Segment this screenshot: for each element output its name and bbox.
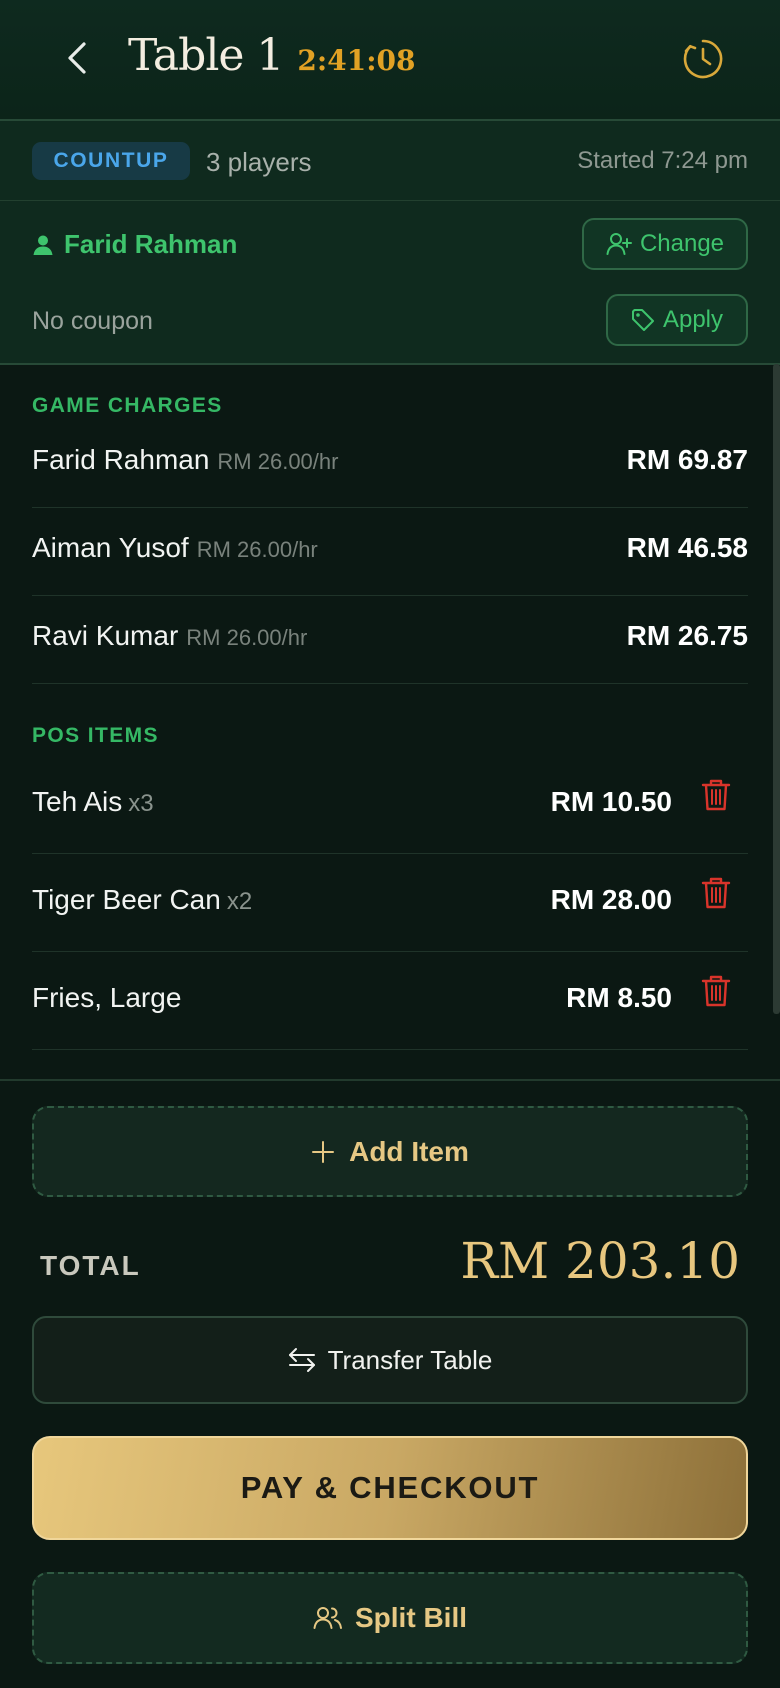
player-count: 3 players bbox=[206, 147, 312, 177]
hourly-rate: RM 26.00/hr bbox=[186, 625, 308, 650]
mode-badge: COUNTUP bbox=[32, 142, 190, 180]
scrollbar[interactable] bbox=[773, 364, 780, 1014]
chevron-left-icon bbox=[68, 42, 86, 74]
pay-label: PAY & CHECKOUT bbox=[240, 1470, 540, 1505]
hourly-rate: RM 26.00/hr bbox=[217, 449, 339, 474]
plus-icon bbox=[312, 1140, 335, 1163]
title-group: Table 1 2:41:08 bbox=[128, 30, 416, 81]
clock-icon bbox=[683, 39, 723, 79]
game-charge-row: Aiman Yusof RM 26.00/hr RM 46.58 bbox=[32, 508, 748, 596]
apply-coupon-button[interactable]: Apply bbox=[606, 294, 748, 346]
pos-items-heading: POS ITEMS bbox=[32, 724, 159, 747]
pay-checkout-button[interactable]: PAY & CHECKOUT bbox=[32, 1436, 748, 1540]
split-label: Split Bill bbox=[355, 1602, 467, 1633]
page-title: Table 1 bbox=[128, 30, 284, 81]
charge-amount: RM 46.58 bbox=[626, 532, 748, 563]
charge-amount: RM 69.87 bbox=[626, 444, 748, 475]
top-bar: Table 1 2:41:08 bbox=[0, 0, 780, 121]
game-charge-row: Farid Rahman RM 26.00/hr RM 69.87 bbox=[32, 420, 748, 508]
game-charge-row: Ravi Kumar RM 26.00/hr RM 26.75 bbox=[32, 596, 748, 684]
item-amount: RM 8.50 bbox=[566, 982, 672, 1013]
trash-icon bbox=[701, 975, 731, 1007]
apply-label: Apply bbox=[662, 306, 724, 333]
item-name: Tiger Beer Can bbox=[32, 884, 221, 915]
change-label: Change bbox=[639, 230, 725, 257]
history-button[interactable] bbox=[682, 38, 724, 80]
session-info-panel: COUNTUP 3 players Started 7:24 pm Farid … bbox=[0, 121, 780, 365]
total-label: TOTAL bbox=[40, 1250, 141, 1281]
item-quantity: x2 bbox=[226, 888, 253, 915]
transfer-table-button[interactable]: Transfer Table bbox=[32, 1316, 748, 1404]
item-amount: RM 28.00 bbox=[550, 884, 672, 915]
delete-item-button[interactable] bbox=[700, 876, 732, 910]
pos-item-row: Teh Ais x3 RM 10.50 bbox=[32, 756, 748, 854]
transfer-arrows-icon bbox=[288, 1348, 315, 1372]
total-amount: RM 203.10 bbox=[460, 1232, 740, 1290]
divider bbox=[0, 1079, 780, 1081]
tag-icon bbox=[631, 309, 654, 331]
player-name: Aiman Yusof bbox=[32, 532, 189, 563]
add-item-button[interactable]: Add Item bbox=[32, 1106, 748, 1197]
trash-icon bbox=[701, 877, 731, 909]
start-time: Started 7:24 pm bbox=[577, 147, 748, 174]
user-plus-icon bbox=[606, 233, 632, 255]
customer-info: Farid Rahman bbox=[32, 229, 237, 260]
add-item-label: Add Item bbox=[349, 1135, 469, 1167]
player-name: Farid Rahman bbox=[32, 444, 210, 475]
pos-item-row: Tiger Beer Can x2 RM 28.00 bbox=[32, 854, 748, 952]
player-name: Ravi Kumar bbox=[32, 620, 179, 651]
delete-item-button[interactable] bbox=[700, 778, 732, 812]
split-bill-button[interactable]: Split Bill bbox=[32, 1572, 748, 1664]
charge-amount: RM 26.75 bbox=[626, 620, 748, 651]
game-charges-heading: GAME CHARGES bbox=[32, 394, 223, 417]
session-timer: 2:41:08 bbox=[297, 44, 416, 77]
item-quantity: x3 bbox=[128, 790, 154, 817]
pos-item-row: Fries, Large RM 8.50 bbox=[32, 952, 748, 1050]
session-meta-row: COUNTUP 3 players Started 7:24 pm bbox=[0, 121, 780, 201]
delete-item-button[interactable] bbox=[700, 974, 732, 1008]
charges-list[interactable]: GAME CHARGES Farid Rahman RM 26.00/hr RM … bbox=[0, 364, 780, 1079]
hourly-rate: RM 26.00/hr bbox=[196, 537, 318, 562]
item-amount: RM 10.50 bbox=[550, 786, 672, 817]
user-icon bbox=[33, 235, 53, 255]
item-name: Teh Ais bbox=[32, 786, 123, 817]
back-button[interactable] bbox=[58, 36, 98, 80]
transfer-label: Transfer Table bbox=[327, 1344, 493, 1375]
change-customer-button[interactable]: Change bbox=[582, 218, 748, 270]
coupon-status: No coupon bbox=[32, 307, 153, 335]
customer-name: Farid Rahman bbox=[64, 229, 238, 259]
users-icon bbox=[313, 1607, 342, 1629]
item-name: Fries, Large bbox=[32, 982, 182, 1013]
trash-icon bbox=[701, 779, 731, 811]
